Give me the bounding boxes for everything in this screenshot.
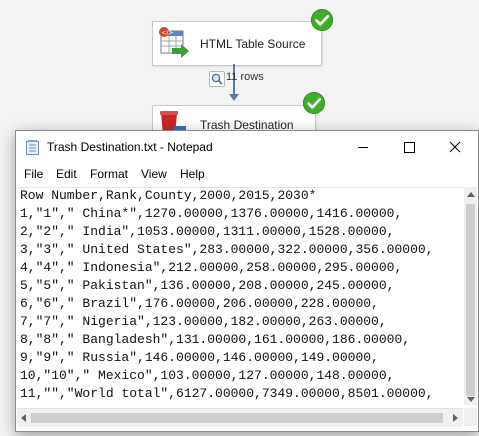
text-line: 7,"7"," Nigeria",123.00000,182.00000,263… xyxy=(20,314,387,329)
menu-format[interactable]: Format xyxy=(90,167,128,181)
scroll-right-arrow-icon[interactable] xyxy=(453,414,458,422)
text-line: 4,"4"," Indonesia",212.00000,258.00000,2… xyxy=(20,260,403,275)
data-path-arrowhead xyxy=(229,94,239,101)
destination-status-check-icon xyxy=(303,92,325,114)
scroll-down-arrow-icon[interactable] xyxy=(467,397,475,402)
notepad-icon xyxy=(26,140,39,155)
maximize-button[interactable] xyxy=(386,131,432,163)
text-line: 3,"3"," United States",283.00000,322.000… xyxy=(20,242,434,257)
menu-help[interactable]: Help xyxy=(180,167,205,181)
vertical-scroll-thumb[interactable] xyxy=(466,204,475,396)
vertical-scrollbar[interactable] xyxy=(464,187,477,405)
scrollbar-corner xyxy=(464,408,477,426)
text-line: 6,"6"," Brazil",176.00000,206.00000,228.… xyxy=(20,296,379,311)
text-line: 2,"2"," India",1053.00000,1311.00000,152… xyxy=(20,224,395,239)
window-title: Trash Destination.txt - Notepad xyxy=(47,140,213,154)
html-table-source-label: HTML Table Source xyxy=(200,37,306,51)
menu-edit[interactable]: Edit xyxy=(56,167,77,181)
text-line: 8,"8"," Bangladesh",131.00000,161.00000,… xyxy=(20,332,411,347)
title-bar[interactable]: Trash Destination.txt - Notepad xyxy=(16,131,478,163)
menu-file[interactable]: File xyxy=(24,167,43,181)
text-line: 9,"9"," Russia",146.00000,146.00000,149.… xyxy=(20,350,379,365)
data-viewer-icon[interactable] xyxy=(209,71,225,87)
minimize-button[interactable] xyxy=(340,131,386,163)
menu-view[interactable]: View xyxy=(141,167,167,181)
text-line: 1,"1"," China*",1270.00000,1376.00000,14… xyxy=(20,206,403,221)
text-line: 10,"10"," Mexico",103.00000,127.00000,14… xyxy=(20,368,395,383)
horizontal-scroll-thumb[interactable] xyxy=(31,413,443,423)
source-status-check-icon xyxy=(311,9,333,31)
html-table-source-icon: </> xyxy=(158,26,190,60)
text-line-header: Row Number,Rank,County,2000,2015,2030* xyxy=(20,188,317,203)
close-button[interactable] xyxy=(432,131,478,163)
menu-bar: File Edit Format View Help xyxy=(16,165,478,185)
html-table-source-node[interactable]: </> HTML Table Source xyxy=(152,21,322,66)
scroll-up-arrow-icon[interactable] xyxy=(467,192,475,197)
text-editor[interactable]: Row Number,Rank,County,2000,2015,2030* 1… xyxy=(17,187,463,408)
notepad-window[interactable]: Trash Destination.txt - Notepad File Edi… xyxy=(15,130,479,432)
text-line: 11,"","World total",6127.00000,7349.0000… xyxy=(20,386,434,401)
horizontal-scrollbar[interactable] xyxy=(17,408,463,427)
svg-text:</>: </> xyxy=(161,30,173,37)
scroll-left-arrow-icon[interactable] xyxy=(21,414,26,422)
text-line: 5,"5"," Pakistan",136.00000,208.00000,24… xyxy=(20,278,395,293)
rows-count-label: 11 rows xyxy=(226,71,264,83)
